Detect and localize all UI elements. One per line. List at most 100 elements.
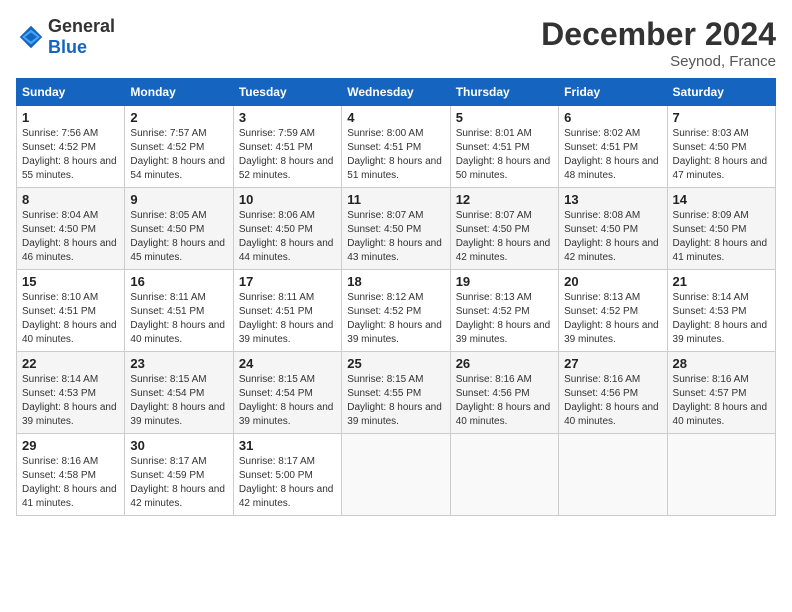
table-cell: 7 Sunrise: 8:03 AM Sunset: 4:50 PM Dayli… — [667, 106, 775, 188]
table-cell — [667, 434, 775, 516]
weekday-header-row: Sunday Monday Tuesday Wednesday Thursday… — [17, 79, 776, 106]
day-info: Sunrise: 8:00 AM Sunset: 4:51 PM Dayligh… — [347, 127, 444, 183]
logo-blue: Blue — [48, 37, 87, 57]
day-number: 24 — [239, 356, 336, 371]
day-info: Sunrise: 8:14 AM Sunset: 4:53 PM Dayligh… — [22, 373, 119, 429]
table-cell: 9 Sunrise: 8:05 AM Sunset: 4:50 PM Dayli… — [125, 188, 233, 270]
day-info: Sunrise: 8:02 AM Sunset: 4:51 PM Dayligh… — [564, 127, 661, 183]
day-info: Sunrise: 8:15 AM Sunset: 4:54 PM Dayligh… — [130, 373, 227, 429]
table-cell: 4 Sunrise: 8:00 AM Sunset: 4:51 PM Dayli… — [342, 106, 450, 188]
day-info: Sunrise: 8:09 AM Sunset: 4:50 PM Dayligh… — [673, 209, 770, 265]
day-number: 31 — [239, 438, 336, 453]
table-cell: 15 Sunrise: 8:10 AM Sunset: 4:51 PM Dayl… — [17, 270, 125, 352]
day-info: Sunrise: 8:08 AM Sunset: 4:50 PM Dayligh… — [564, 209, 661, 265]
table-cell: 20 Sunrise: 8:13 AM Sunset: 4:52 PM Dayl… — [559, 270, 667, 352]
week-row-1: 1 Sunrise: 7:56 AM Sunset: 4:52 PM Dayli… — [17, 106, 776, 188]
week-row-4: 22 Sunrise: 8:14 AM Sunset: 4:53 PM Dayl… — [17, 352, 776, 434]
table-cell: 17 Sunrise: 8:11 AM Sunset: 4:51 PM Dayl… — [233, 270, 341, 352]
week-row-5: 29 Sunrise: 8:16 AM Sunset: 4:58 PM Dayl… — [17, 434, 776, 516]
day-info: Sunrise: 8:06 AM Sunset: 4:50 PM Dayligh… — [239, 209, 336, 265]
table-cell: 14 Sunrise: 8:09 AM Sunset: 4:50 PM Dayl… — [667, 188, 775, 270]
day-info: Sunrise: 8:14 AM Sunset: 4:53 PM Dayligh… — [673, 291, 770, 347]
day-info: Sunrise: 8:13 AM Sunset: 4:52 PM Dayligh… — [564, 291, 661, 347]
day-info: Sunrise: 8:11 AM Sunset: 4:51 PM Dayligh… — [239, 291, 336, 347]
day-info: Sunrise: 8:16 AM Sunset: 4:57 PM Dayligh… — [673, 373, 770, 429]
table-cell: 27 Sunrise: 8:16 AM Sunset: 4:56 PM Dayl… — [559, 352, 667, 434]
day-number: 22 — [22, 356, 119, 371]
table-cell: 31 Sunrise: 8:17 AM Sunset: 5:00 PM Dayl… — [233, 434, 341, 516]
day-number: 7 — [673, 110, 770, 125]
day-info: Sunrise: 7:59 AM Sunset: 4:51 PM Dayligh… — [239, 127, 336, 183]
table-cell: 25 Sunrise: 8:15 AM Sunset: 4:55 PM Dayl… — [342, 352, 450, 434]
day-info: Sunrise: 8:05 AM Sunset: 4:50 PM Dayligh… — [130, 209, 227, 265]
day-info: Sunrise: 8:17 AM Sunset: 5:00 PM Dayligh… — [239, 455, 336, 511]
day-number: 15 — [22, 274, 119, 289]
day-info: Sunrise: 8:03 AM Sunset: 4:50 PM Dayligh… — [673, 127, 770, 183]
day-number: 10 — [239, 192, 336, 207]
day-number: 11 — [347, 192, 444, 207]
day-number: 5 — [456, 110, 553, 125]
page-header: General Blue December 2024 Seynod, Franc… — [16, 16, 776, 70]
table-cell: 26 Sunrise: 8:16 AM Sunset: 4:56 PM Dayl… — [450, 352, 558, 434]
table-cell: 24 Sunrise: 8:15 AM Sunset: 4:54 PM Dayl… — [233, 352, 341, 434]
table-cell: 12 Sunrise: 8:07 AM Sunset: 4:50 PM Dayl… — [450, 188, 558, 270]
day-number: 20 — [564, 274, 661, 289]
logo: General Blue — [16, 16, 115, 58]
table-cell: 29 Sunrise: 8:16 AM Sunset: 4:58 PM Dayl… — [17, 434, 125, 516]
day-number: 3 — [239, 110, 336, 125]
day-info: Sunrise: 8:11 AM Sunset: 4:51 PM Dayligh… — [130, 291, 227, 347]
day-number: 25 — [347, 356, 444, 371]
month-title: December 2024 — [541, 16, 776, 53]
table-cell: 23 Sunrise: 8:15 AM Sunset: 4:54 PM Dayl… — [125, 352, 233, 434]
table-cell: 19 Sunrise: 8:13 AM Sunset: 4:52 PM Dayl… — [450, 270, 558, 352]
table-cell: 18 Sunrise: 8:12 AM Sunset: 4:52 PM Dayl… — [342, 270, 450, 352]
table-cell: 28 Sunrise: 8:16 AM Sunset: 4:57 PM Dayl… — [667, 352, 775, 434]
table-cell: 13 Sunrise: 8:08 AM Sunset: 4:50 PM Dayl… — [559, 188, 667, 270]
table-cell — [559, 434, 667, 516]
day-info: Sunrise: 8:16 AM Sunset: 4:58 PM Dayligh… — [22, 455, 119, 511]
day-number: 2 — [130, 110, 227, 125]
day-info: Sunrise: 8:16 AM Sunset: 4:56 PM Dayligh… — [564, 373, 661, 429]
location-title: Seynod, France — [541, 53, 776, 70]
day-number: 27 — [564, 356, 661, 371]
table-cell: 22 Sunrise: 8:14 AM Sunset: 4:53 PM Dayl… — [17, 352, 125, 434]
day-number: 19 — [456, 274, 553, 289]
table-cell: 10 Sunrise: 8:06 AM Sunset: 4:50 PM Dayl… — [233, 188, 341, 270]
calendar-table: Sunday Monday Tuesday Wednesday Thursday… — [16, 78, 776, 516]
table-cell: 16 Sunrise: 8:11 AM Sunset: 4:51 PM Dayl… — [125, 270, 233, 352]
day-number: 6 — [564, 110, 661, 125]
day-info: Sunrise: 8:07 AM Sunset: 4:50 PM Dayligh… — [456, 209, 553, 265]
day-number: 23 — [130, 356, 227, 371]
day-number: 21 — [673, 274, 770, 289]
header-friday: Friday — [559, 79, 667, 106]
day-info: Sunrise: 8:04 AM Sunset: 4:50 PM Dayligh… — [22, 209, 119, 265]
day-info: Sunrise: 8:13 AM Sunset: 4:52 PM Dayligh… — [456, 291, 553, 347]
day-number: 16 — [130, 274, 227, 289]
day-info: Sunrise: 8:16 AM Sunset: 4:56 PM Dayligh… — [456, 373, 553, 429]
day-info: Sunrise: 8:17 AM Sunset: 4:59 PM Dayligh… — [130, 455, 227, 511]
day-info: Sunrise: 8:01 AM Sunset: 4:51 PM Dayligh… — [456, 127, 553, 183]
day-number: 30 — [130, 438, 227, 453]
table-cell: 30 Sunrise: 8:17 AM Sunset: 4:59 PM Dayl… — [125, 434, 233, 516]
week-row-3: 15 Sunrise: 8:10 AM Sunset: 4:51 PM Dayl… — [17, 270, 776, 352]
header-tuesday: Tuesday — [233, 79, 341, 106]
header-thursday: Thursday — [450, 79, 558, 106]
header-monday: Monday — [125, 79, 233, 106]
table-cell: 11 Sunrise: 8:07 AM Sunset: 4:50 PM Dayl… — [342, 188, 450, 270]
day-number: 1 — [22, 110, 119, 125]
table-cell: 5 Sunrise: 8:01 AM Sunset: 4:51 PM Dayli… — [450, 106, 558, 188]
table-cell: 6 Sunrise: 8:02 AM Sunset: 4:51 PM Dayli… — [559, 106, 667, 188]
day-number: 8 — [22, 192, 119, 207]
table-cell: 21 Sunrise: 8:14 AM Sunset: 4:53 PM Dayl… — [667, 270, 775, 352]
week-row-2: 8 Sunrise: 8:04 AM Sunset: 4:50 PM Dayli… — [17, 188, 776, 270]
day-info: Sunrise: 8:15 AM Sunset: 4:55 PM Dayligh… — [347, 373, 444, 429]
logo-icon — [16, 22, 46, 52]
day-number: 4 — [347, 110, 444, 125]
day-number: 18 — [347, 274, 444, 289]
day-number: 13 — [564, 192, 661, 207]
day-number: 29 — [22, 438, 119, 453]
table-cell: 2 Sunrise: 7:57 AM Sunset: 4:52 PM Dayli… — [125, 106, 233, 188]
table-cell: 8 Sunrise: 8:04 AM Sunset: 4:50 PM Dayli… — [17, 188, 125, 270]
day-info: Sunrise: 8:12 AM Sunset: 4:52 PM Dayligh… — [347, 291, 444, 347]
day-info: Sunrise: 8:15 AM Sunset: 4:54 PM Dayligh… — [239, 373, 336, 429]
